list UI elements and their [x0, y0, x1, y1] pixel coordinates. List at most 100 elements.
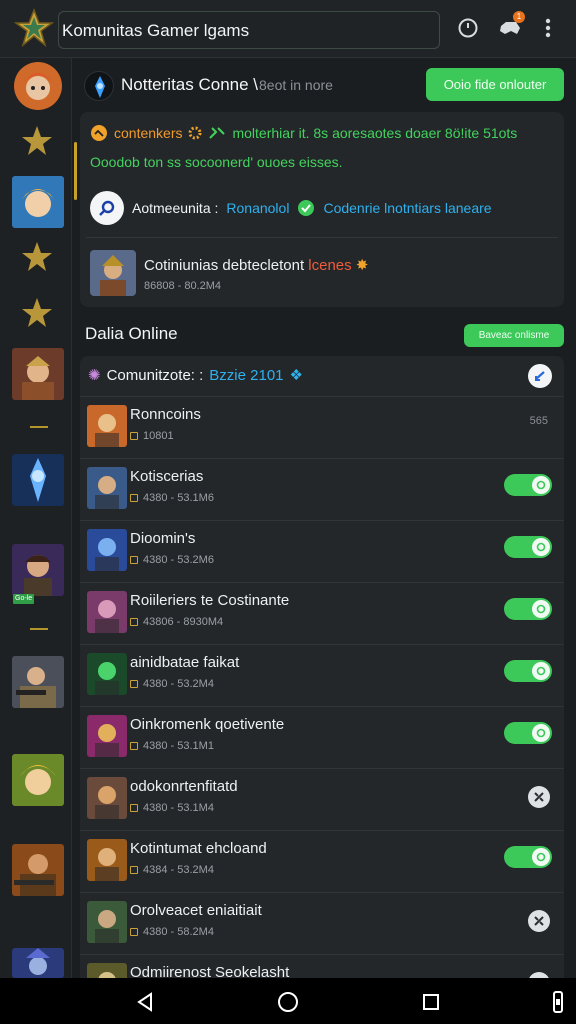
game-controller-icon[interactable]: 1	[496, 11, 525, 42]
item-name: Kotiscerias	[130, 468, 204, 485]
item-meta: 43806 - 8930M4	[130, 616, 223, 628]
item-toggle-switch[interactable]	[504, 474, 552, 496]
search-input[interactable]: Komunitas Gamer lgams	[58, 11, 440, 49]
recents-icon[interactable]	[418, 989, 444, 1015]
accessibility-icon[interactable]	[548, 989, 568, 1015]
app-logo-star-icon[interactable]	[14, 8, 54, 48]
item-thumbnail	[87, 467, 127, 509]
item-thumbnail	[87, 715, 127, 757]
item-tools-icon[interactable]	[528, 786, 550, 808]
system-nav-bar	[0, 978, 576, 1024]
info-card: contenkers molterhiar it. 8s aoresaotes …	[74, 112, 564, 307]
toggle-knob-icon	[532, 848, 550, 866]
list-item[interactable]: Orolveacet eniaitiait 4380 - 58.2M4	[80, 892, 564, 954]
timer-icon[interactable]	[454, 14, 482, 42]
item-name: Kotintumat ehcloand	[130, 840, 267, 857]
toggle-knob-icon	[532, 538, 550, 556]
storage-icon	[130, 680, 138, 688]
item-meta-text: 4380 - 53.1M1	[143, 740, 214, 752]
list-item[interactable]: Dioomin's 4380 - 53.2M6	[80, 520, 564, 582]
list-item[interactable]: Kotiscerias 4380 - 53.1M6	[80, 458, 564, 520]
card-accent-bar	[74, 142, 77, 200]
info-row-2: Ooodob ton ss socoonerd' ouoes eisses.	[90, 154, 343, 170]
item-meta: 4384 - 53.2M4	[130, 864, 214, 876]
item-meta: 4380 - 58.2M4	[130, 926, 214, 938]
item-thumbnail	[87, 901, 127, 943]
back-icon[interactable]	[132, 989, 158, 1015]
item-meta-text: 43806 - 8930M4	[143, 616, 224, 628]
featured-game-title-text: Cotiniunias debtecletont	[144, 257, 305, 274]
item-toggle-switch[interactable]	[504, 722, 552, 744]
info-row-1: contenkers molterhiar it. 8s aoresaotes …	[90, 124, 517, 142]
fire-star-icon: ✸	[355, 257, 369, 274]
sidebar-avatar-hero-9[interactable]	[12, 948, 64, 978]
item-meta-text: 10801	[143, 430, 174, 442]
search-input-value: Komunitas Gamer lgams	[62, 21, 250, 40]
section-title: Dalia Online	[85, 324, 178, 343]
sidebar-divider	[30, 628, 48, 630]
sidebar-avatar-hero-7[interactable]	[12, 754, 64, 806]
item-name: Odmiirenost Seokelasht	[130, 964, 290, 978]
section-action-button[interactable]: Baveac onlisme	[464, 324, 564, 347]
item-meta-text: 4380 - 53.2M6	[143, 554, 214, 566]
sidebar-divider	[30, 426, 48, 428]
search-circle-icon[interactable]	[90, 191, 124, 225]
storage-icon	[130, 742, 138, 750]
home-icon[interactable]	[275, 989, 301, 1015]
item-thumbnail	[87, 591, 127, 633]
item-name: Ronncoins	[130, 406, 201, 423]
item-toggle-switch[interactable]	[504, 846, 552, 868]
toggle-knob-icon	[532, 600, 550, 618]
storage-icon	[130, 432, 138, 440]
community-subtitle[interactable]: 8eot in nore	[259, 77, 333, 93]
list-item[interactable]: Odmiirenost Seokelasht	[80, 954, 564, 978]
sidebar-avatar-hero-6[interactable]	[12, 656, 64, 708]
storage-icon	[130, 866, 138, 874]
sidebar-avatar-hero-4[interactable]	[12, 454, 64, 506]
item-meta: 4380 - 53.1M1	[130, 740, 214, 752]
item-meta-text: 4380 - 53.1M4	[143, 802, 214, 814]
sidebar-avatar-hero-1[interactable]	[14, 62, 62, 110]
diamond-icon: ❖	[289, 367, 303, 384]
sidebar-avatar-hero-5[interactable]	[12, 544, 64, 596]
item-toggle-switch[interactable]	[504, 536, 552, 558]
list-header: ✺ Comunitzote: : Bzzie 2101 ❖	[88, 366, 303, 385]
item-meta-text: 4380 - 53.2M4	[143, 678, 214, 690]
featured-game-hot-label: lcenes	[308, 257, 352, 274]
item-thumbnail	[87, 839, 127, 881]
item-thumbnail	[87, 405, 127, 447]
list-header-check-icon[interactable]	[528, 364, 552, 388]
toggle-knob-icon	[532, 476, 550, 494]
list-item[interactable]: Oinkromenk qoetivente 4380 - 53.1M1	[80, 706, 564, 768]
toggle-knob-icon	[532, 724, 550, 742]
sidebar-avatar-hero-8[interactable]	[12, 844, 64, 896]
list-item[interactable]: Ronncoins 10801 565	[80, 396, 564, 458]
sidebar-avatar-hero-3[interactable]	[12, 348, 64, 400]
gear-icon	[188, 126, 202, 140]
item-meta: 4380 - 53.2M6	[130, 554, 214, 566]
community-logo-icon	[84, 71, 114, 101]
list-item[interactable]: Kotintumat ehcloand 4384 - 53.2M4	[80, 830, 564, 892]
sparkle-icon: ✺	[88, 367, 101, 384]
more-vert-icon[interactable]	[534, 14, 562, 42]
info-row-3-link[interactable]: Codenrie lnotntiars laneare	[323, 200, 491, 216]
featured-game-title[interactable]: Cotiniunias debtecletont lcenes ✸	[144, 256, 368, 274]
storage-icon	[130, 618, 138, 626]
storage-icon	[130, 804, 138, 812]
sidebar-star-icon[interactable]	[20, 240, 54, 274]
list-header-value: Bzzie 2101	[209, 366, 284, 384]
sidebar-avatar-hero-2[interactable]	[12, 176, 64, 228]
list-item[interactable]: Roiileriers te Costinante 43806 - 8930M4	[80, 582, 564, 644]
list-item[interactable]: ainidbatae faikat 4380 - 53.2M4	[80, 644, 564, 706]
list-item[interactable]: odokonrtenfitatd 4380 - 53.1M4	[80, 768, 564, 830]
info-row-3-value[interactable]: Ronanolol	[226, 200, 289, 216]
item-toggle-switch[interactable]	[504, 660, 552, 682]
item-tools-icon[interactable]	[528, 910, 550, 932]
item-name: Oinkromenk qoetivente	[130, 716, 285, 733]
follow-online-button[interactable]: Ooio fide onlouter	[426, 68, 564, 101]
item-toggle-switch[interactable]	[504, 598, 552, 620]
featured-game-thumbnail[interactable]	[90, 250, 136, 296]
sidebar-star-icon[interactable]	[20, 296, 54, 330]
list-header-label: Comunitzote: :	[106, 366, 204, 384]
sidebar-star-icon[interactable]	[20, 124, 54, 158]
